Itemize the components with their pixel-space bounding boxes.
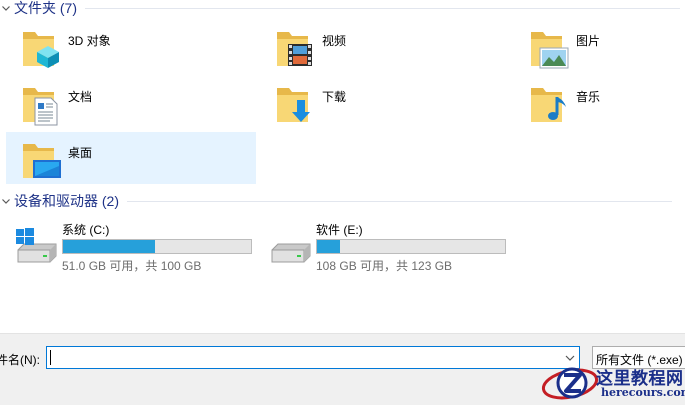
folder-name: 视频 [322, 34, 347, 48]
drive-icon [271, 243, 311, 263]
folder-downloads[interactable]: 下载 [260, 76, 510, 128]
folders-group-header[interactable]: 文件夹 (7) [0, 0, 685, 16]
group-divider [85, 7, 680, 9]
folder-music[interactable]: 音乐 [514, 76, 685, 128]
folder-videos[interactable]: 视频 [260, 20, 510, 72]
folder-name: 音乐 [576, 90, 601, 104]
drive-free-space: 108 GB 可用，共 123 GB [316, 259, 453, 273]
text-caret [50, 350, 51, 365]
downloads-folder-icon [277, 88, 310, 122]
chevron-down-icon [0, 193, 12, 209]
drive-e[interactable]: 软件 (E:) 108 GB 可用，共 123 GB [260, 220, 510, 273]
folder-pictures[interactable]: 图片 [514, 20, 685, 72]
drive-name: 软件 (E:) [316, 223, 363, 237]
pictures-folder-icon [531, 32, 569, 69]
drive-usage-bar [62, 239, 252, 254]
3d-objects-folder-icon [23, 32, 59, 68]
folders-group-title: 文件夹 (7) [14, 0, 77, 16]
chevron-down-icon [0, 0, 12, 16]
desktop-folder-icon [23, 144, 61, 178]
folder-name: 3D 对象 [68, 34, 111, 48]
videos-folder-icon [277, 32, 312, 66]
watermark-logo-icon [541, 367, 599, 400]
folder-desktop[interactable]: 桌面 [6, 132, 256, 184]
drive-free-space: 51.0 GB 可用，共 100 GB [62, 259, 202, 273]
drive-name: 系统 (C:) [62, 223, 110, 237]
drive-c[interactable]: 系统 (C:) 51.0 GB 可用，共 100 GB [6, 220, 256, 273]
folder-name: 文档 [68, 90, 93, 104]
filename-label: 件名(N): [0, 353, 40, 367]
folder-documents[interactable]: 文档 [6, 76, 256, 128]
folder-name: 下载 [322, 90, 347, 104]
drive-usage-fill [63, 240, 156, 253]
filename-input[interactable] [46, 346, 580, 369]
folder-name: 图片 [576, 34, 601, 48]
windows-drive-icon [16, 228, 57, 263]
folder-3d-objects[interactable]: 3D 对象 [6, 20, 256, 72]
documents-folder-icon [23, 88, 58, 126]
music-folder-icon [531, 88, 566, 122]
watermark-url: herecours.com [601, 386, 685, 399]
folder-name: 桌面 [68, 146, 93, 160]
drive-usage-bar [316, 239, 506, 254]
drives-group-title: 设备和驱动器 (2) [14, 193, 119, 209]
drives-group-header[interactable]: 设备和驱动器 (2) [0, 193, 685, 209]
group-divider [127, 200, 672, 202]
drive-usage-fill [317, 240, 340, 253]
